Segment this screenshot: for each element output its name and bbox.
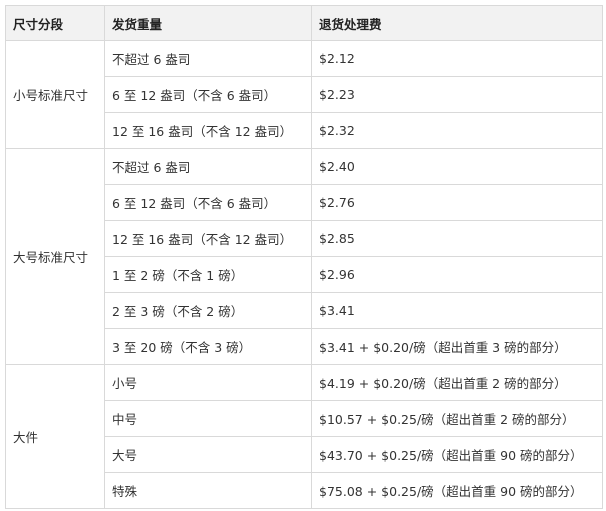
header-shipping-weight: 发货重量 (104, 5, 312, 41)
size-tier-cell: 大号标准尺寸 (5, 148, 105, 365)
weight-cell: 12 至 16 盎司（不含 12 盎司） (104, 220, 312, 257)
weight-cell: 6 至 12 盎司（不含 6 盎司） (104, 184, 312, 221)
size-tier-cell: 小号标准尺寸 (5, 40, 105, 149)
table-row: 大件 小号 $4.19 + $0.20/磅（超出首重 2 磅的部分） (5, 364, 603, 509)
weight-cell: 不超过 6 盎司 (104, 40, 312, 77)
header-row: 尺寸分段 发货重量 退货处理费 (5, 5, 603, 41)
fee-cell: $2.96 (311, 256, 603, 293)
weight-cell: 小号 (104, 364, 312, 401)
weight-cell: 12 至 16 盎司（不含 12 盎司） (104, 112, 312, 149)
size-tier-cell: 大件 (5, 364, 105, 509)
fee-cell: $2.40 (311, 148, 603, 185)
return-fee-table: 尺寸分段 发货重量 退货处理费 小号标准尺寸 不超过 6 盎司 $2.12 6 … (5, 5, 603, 509)
fee-cell: $2.76 (311, 184, 603, 221)
weight-cell: 6 至 12 盎司（不含 6 盎司） (104, 76, 312, 113)
weight-cell: 3 至 20 磅（不含 3 磅） (104, 328, 312, 365)
fee-cell: $75.08 + $0.25/磅（超出首重 90 磅的部分） (311, 472, 603, 509)
header-return-fee: 退货处理费 (311, 5, 603, 41)
weight-cell: 特殊 (104, 472, 312, 509)
weight-cell: 中号 (104, 400, 312, 437)
weight-cell: 不超过 6 盎司 (104, 148, 312, 185)
header-size-tier: 尺寸分段 (5, 5, 105, 41)
fee-cell: $3.41 (311, 292, 603, 329)
fee-cell: $2.12 (311, 40, 603, 77)
fee-cell: $10.57 + $0.25/磅（超出首重 2 磅的部分） (311, 400, 603, 437)
fee-cell: $2.85 (311, 220, 603, 257)
fee-cell: $4.19 + $0.20/磅（超出首重 2 磅的部分） (311, 364, 603, 401)
fee-cell: $3.41 + $0.20/磅（超出首重 3 磅的部分） (311, 328, 603, 365)
table-row: 小号标准尺寸 不超过 6 盎司 $2.12 (5, 40, 603, 149)
fee-cell: $2.32 (311, 112, 603, 149)
fee-cell: $2.23 (311, 76, 603, 113)
fee-cell: $43.70 + $0.25/磅（超出首重 90 磅的部分） (311, 436, 603, 473)
weight-cell: 1 至 2 磅（不含 1 磅） (104, 256, 312, 293)
weight-cell: 大号 (104, 436, 312, 473)
weight-cell: 2 至 3 磅（不含 2 磅） (104, 292, 312, 329)
table-row: 大号标准尺寸 不超过 6 盎司 $2.40 (5, 148, 603, 365)
